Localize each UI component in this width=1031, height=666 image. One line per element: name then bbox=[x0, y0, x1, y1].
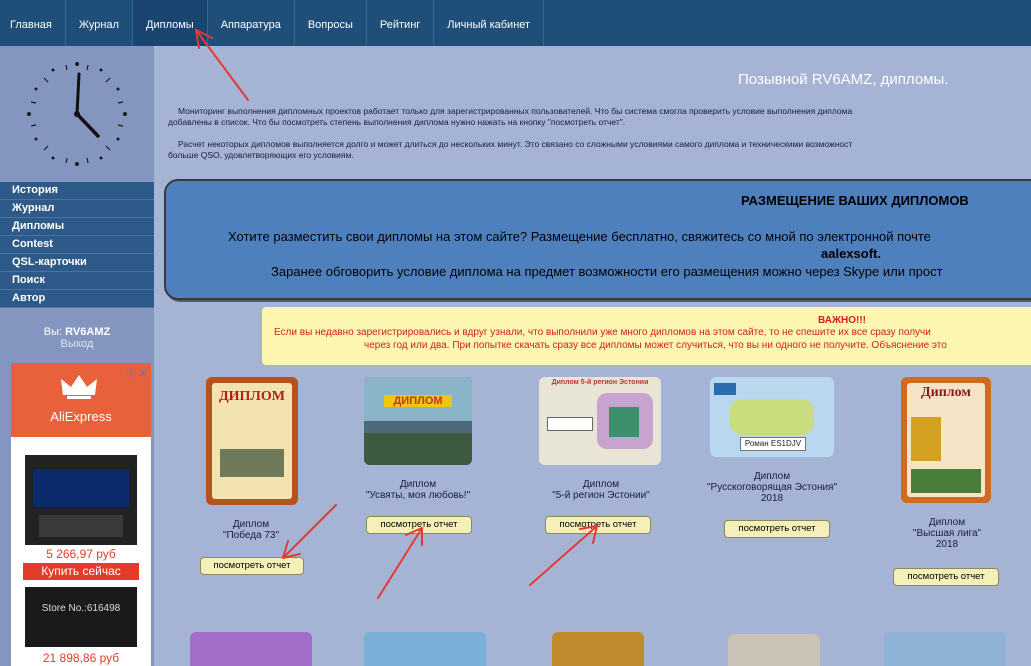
nav-item-cabinet[interactable]: Личный кабинет bbox=[434, 0, 545, 46]
diploma-image-title: ДИПЛОМ bbox=[219, 389, 285, 404]
intro-line-2: добавлены в список. Что бы посмотреть ст… bbox=[168, 117, 626, 127]
diploma-image-title: ДИПЛОМ bbox=[384, 395, 452, 407]
ad-price-2: 21 898,86 руб bbox=[42, 651, 120, 665]
placement-line-1: Хотите разместить свои дипломы на этом с… bbox=[228, 229, 931, 244]
diploma-thumb[interactable] bbox=[190, 632, 312, 666]
ad-store-label: Store No.:616498 bbox=[41, 603, 121, 614]
diploma-thumb[interactable] bbox=[364, 632, 486, 666]
diploma-thumb[interactable] bbox=[884, 632, 1006, 666]
ad-product-image-2 bbox=[25, 587, 137, 647]
side-item-contest[interactable]: Contest bbox=[0, 236, 154, 254]
intro-line-1: Мониторинг выполнения дипломных проектов… bbox=[178, 106, 853, 116]
diploma-image[interactable]: Диплом bbox=[901, 377, 991, 503]
crown-icon bbox=[61, 375, 97, 399]
nav-item-questions[interactable]: Вопросы bbox=[295, 0, 367, 46]
ad-price-1: 5 266,97 руб bbox=[46, 547, 116, 561]
ad-banner[interactable]: AliExpress ⓘ ✕ 5 266,97 руб Купить сейча… bbox=[11, 363, 151, 666]
nav-item-equipment[interactable]: Аппаратура bbox=[208, 0, 295, 46]
view-report-button[interactable]: посмотреть отчет bbox=[200, 557, 304, 575]
side-item-search[interactable]: Поиск bbox=[0, 272, 154, 290]
page-title: Позывной RV6AMZ, дипломы. bbox=[738, 71, 949, 88]
important-heading: ВАЖНО!!! bbox=[818, 315, 866, 326]
view-report-button[interactable]: посмотреть отчет bbox=[724, 520, 830, 538]
side-menu: История Журнал Дипломы Contest QSL-карто… bbox=[0, 182, 154, 308]
diploma-caption: Диплом "Высшая лига" 2018 bbox=[912, 517, 982, 550]
diploma-thumb[interactable] bbox=[728, 634, 820, 666]
nav-item-journal[interactable]: Журнал bbox=[66, 0, 134, 46]
important-line-2: через год или два. При попытке скачать с… bbox=[364, 340, 947, 351]
diploma-image-title: Роман ES1DJV bbox=[740, 437, 806, 451]
view-report-button[interactable]: посмотреть отчет bbox=[545, 516, 651, 534]
placement-box: РАЗМЕЩЕНИЕ ВАШИХ ДИПЛОМОВ Хотите размест… bbox=[164, 179, 1031, 300]
side-item-journal[interactable]: Журнал bbox=[0, 200, 154, 218]
side-item-history[interactable]: История bbox=[0, 182, 154, 200]
important-line-1: Если вы недавно зарегистрировались и вдр… bbox=[274, 327, 931, 338]
calc-line-1: Расчет некоторых дипломов выполняется до… bbox=[178, 139, 853, 149]
user-callsign: RV6AMZ bbox=[65, 326, 111, 338]
user-prefix: Вы: bbox=[43, 326, 63, 338]
ad-buy-button[interactable]: Купить сейчас bbox=[23, 563, 139, 580]
nav-item-rating[interactable]: Рейтинг bbox=[367, 0, 435, 46]
clock-widget bbox=[6, 50, 148, 178]
clock-icon bbox=[27, 62, 127, 166]
diploma-caption: Диплом "Усвяты, моя любовь!" bbox=[365, 479, 471, 501]
diploma-caption: Диплом "Победа 73" bbox=[222, 519, 280, 541]
ad-product-image bbox=[25, 455, 137, 545]
user-box: Вы: RV6AMZ Выход bbox=[0, 326, 154, 350]
calc-paragraph: Расчет некоторых дипломов выполняется до… bbox=[168, 139, 1031, 161]
diploma-thumb[interactable] bbox=[552, 632, 644, 666]
left-sidebar: История Журнал Дипломы Contest QSL-карто… bbox=[0, 46, 154, 666]
nav-item-home[interactable]: Главная bbox=[0, 0, 66, 46]
calc-line-2: больше QSO, удовлетворяющих его условиям… bbox=[168, 150, 354, 160]
diploma-image[interactable]: Роман ES1DJV bbox=[710, 377, 834, 457]
logout-link[interactable]: Выход bbox=[0, 338, 154, 350]
diploma-image[interactable]: ДИПЛОМ bbox=[206, 377, 298, 505]
important-box: ВАЖНО!!! Если вы недавно зарегистрировал… bbox=[262, 307, 1031, 365]
diploma-image[interactable]: Диплом 5-й регион Эстонии bbox=[539, 377, 661, 465]
diploma-caption: Диплом "Русскоговорящая Эстония" 2018 bbox=[706, 471, 838, 504]
diploma-image[interactable]: ДИПЛОМ bbox=[364, 377, 472, 465]
side-item-author[interactable]: Автор bbox=[0, 290, 154, 308]
view-report-button[interactable]: посмотреть отчет bbox=[893, 568, 999, 586]
top-nav: Главная Журнал Дипломы Аппаратура Вопрос… bbox=[0, 0, 1031, 46]
side-item-qsl[interactable]: QSL-карточки bbox=[0, 254, 154, 272]
diploma-caption: Диплом "5-й регион Эстонии" bbox=[552, 479, 650, 501]
diploma-image-title: Диплом 5-й регион Эстонии bbox=[551, 379, 649, 386]
nav-item-diplomas[interactable]: Дипломы bbox=[133, 0, 208, 46]
ad-brand: AliExpress bbox=[50, 409, 112, 424]
side-item-diplomas[interactable]: Дипломы bbox=[0, 218, 154, 236]
intro-paragraph: Мониторинг выполнения дипломных проектов… bbox=[168, 106, 1031, 128]
view-report-button[interactable]: посмотреть отчет bbox=[366, 516, 472, 534]
placement-line-3: Заранее обговорить условие диплома на пр… bbox=[271, 264, 943, 279]
adchoices-icon[interactable]: ⓘ ✕ bbox=[126, 365, 147, 380]
placement-heading: РАЗМЕЩЕНИЕ ВАШИХ ДИПЛОМОВ bbox=[741, 193, 969, 208]
main-content: Позывной RV6AMZ, дипломы. Мониторинг вып… bbox=[156, 46, 1031, 666]
diploma-image-title: Диплом bbox=[921, 385, 971, 400]
placement-email: aalexsoft. bbox=[821, 246, 881, 261]
